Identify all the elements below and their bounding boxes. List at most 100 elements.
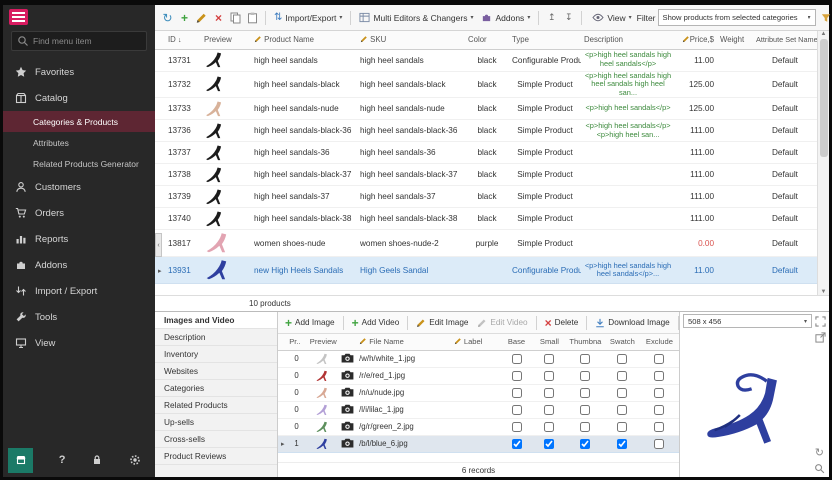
column-header-color[interactable]: Color: [465, 31, 509, 49]
column-header-thumbnail[interactable]: Thumbna: [566, 334, 605, 350]
tab-product-reviews[interactable]: Product Reviews: [155, 448, 277, 465]
tab-description[interactable]: Description: [155, 329, 277, 346]
thumbnail-checkbox[interactable]: [580, 354, 590, 364]
filters-button[interactable]: Filters▾: [818, 13, 832, 23]
search-input[interactable]: [33, 36, 141, 46]
tab-categories[interactable]: Categories: [155, 380, 277, 397]
image-row[interactable]: 0 /r/e/red_1.jpg: [278, 367, 679, 384]
swatch-checkbox[interactable]: [617, 354, 627, 364]
column-header-exclude[interactable]: Exclude: [640, 334, 679, 350]
products-scrollbar[interactable]: ▲ ▼: [817, 31, 829, 295]
tab-websites[interactable]: Websites: [155, 363, 277, 380]
product-row[interactable]: 13739 high heel sandals-37 high heel san…: [155, 186, 817, 208]
column-header-description[interactable]: Description: [581, 31, 675, 49]
tab-images-and-video[interactable]: Images and Video: [155, 312, 277, 329]
filter-dropdown[interactable]: Show products from selected categories▾: [658, 9, 816, 26]
swatch-checkbox[interactable]: [617, 405, 627, 415]
delete-image-button[interactable]: ×Delete: [541, 316, 583, 330]
sidebar-item-reports[interactable]: Reports: [3, 226, 155, 252]
base-checkbox[interactable]: [512, 354, 522, 364]
move-down-button[interactable]: ↧: [561, 13, 576, 22]
base-checkbox[interactable]: [512, 405, 522, 415]
tab-inventory[interactable]: Inventory: [155, 346, 277, 363]
thumbnail-checkbox[interactable]: [580, 371, 590, 381]
product-row[interactable]: 13817 women shoes-nude women shoes-nude-…: [155, 230, 817, 257]
delete-product-button[interactable]: ×: [211, 12, 226, 24]
product-row[interactable]: 13732 high heel sandals-black high heel …: [155, 71, 817, 98]
column-header-weight[interactable]: Weight: [717, 31, 753, 49]
sidebar-item-catalog[interactable]: Catalog: [3, 85, 155, 111]
tab-related-products[interactable]: Related Products: [155, 397, 277, 414]
sidebar-item-favorites[interactable]: Favorites: [3, 59, 155, 85]
image-row[interactable]: ▸ 1 /b/l/blue_6.jpg: [278, 435, 679, 452]
small-checkbox[interactable]: [544, 354, 554, 364]
sidebar-item-tools[interactable]: Tools: [3, 304, 155, 330]
product-row[interactable]: 13738 high heel sandals-black-37 high he…: [155, 164, 817, 186]
sidebar-item-customers[interactable]: Customers: [3, 174, 155, 200]
add-product-button[interactable]: +: [177, 12, 192, 24]
multi-editors-menu[interactable]: Multi Editors & Changers▾: [356, 12, 476, 23]
product-row[interactable]: 13731 high heel sandals high heel sandal…: [155, 49, 817, 71]
product-row[interactable]: 13740 high heel sandals-black-38 high he…: [155, 208, 817, 230]
small-checkbox[interactable]: [544, 422, 554, 432]
sidebar-search[interactable]: [11, 31, 147, 51]
thumbnail-checkbox[interactable]: [580, 388, 590, 398]
small-checkbox[interactable]: [544, 388, 554, 398]
sidebar-item-categories-products[interactable]: Categories & Products: [3, 111, 155, 132]
sidebar-collapse-handle[interactable]: ‹: [155, 233, 162, 257]
thumbnail-checkbox[interactable]: [580, 439, 590, 449]
column-header-label[interactable]: Label: [451, 334, 500, 350]
product-row[interactable]: 13737 high heel sandals-36 high heel san…: [155, 142, 817, 164]
thumbnail-checkbox[interactable]: [580, 405, 590, 415]
column-header-type[interactable]: Type: [509, 31, 581, 49]
scrollbar-thumb[interactable]: [820, 39, 828, 157]
column-header-swatch[interactable]: Swatch: [605, 334, 640, 350]
menu-hamburger-icon[interactable]: [9, 9, 28, 25]
swatch-checkbox[interactable]: [617, 371, 627, 381]
refresh-button[interactable]: ↻: [160, 12, 175, 24]
store-button[interactable]: [8, 448, 33, 473]
small-checkbox[interactable]: [544, 405, 554, 415]
lock-icon[interactable]: [91, 454, 103, 466]
thumbnail-checkbox[interactable]: [580, 422, 590, 432]
exclude-checkbox[interactable]: [654, 371, 664, 381]
column-header-image-preview[interactable]: Preview: [307, 334, 338, 350]
paste-button[interactable]: [245, 12, 260, 24]
view-menu[interactable]: View▾: [589, 13, 634, 23]
column-header-id[interactable]: ID ↓: [165, 31, 201, 49]
base-checkbox[interactable]: [512, 422, 522, 432]
fullscreen-icon[interactable]: [815, 316, 826, 327]
exclude-checkbox[interactable]: [654, 439, 664, 449]
column-header-small[interactable]: Small: [533, 334, 566, 350]
column-header-attribute-set[interactable]: Attribute Set Name: [753, 31, 817, 49]
swatch-checkbox[interactable]: [617, 388, 627, 398]
exclude-checkbox[interactable]: [654, 422, 664, 432]
tab-up-sells[interactable]: Up-sells: [155, 414, 277, 431]
column-header-sku[interactable]: SKU: [357, 31, 465, 49]
edit-video-button[interactable]: Edit Video: [473, 318, 531, 328]
exclude-checkbox[interactable]: [654, 354, 664, 364]
small-checkbox[interactable]: [544, 439, 554, 449]
exclude-checkbox[interactable]: [654, 388, 664, 398]
image-size-dropdown[interactable]: 508 x 456▾: [683, 314, 812, 328]
base-checkbox[interactable]: [512, 439, 522, 449]
open-external-icon[interactable]: [815, 332, 826, 343]
product-row[interactable]: 13736 high heel sandals-black-36 high he…: [155, 120, 817, 142]
move-up-button[interactable]: ↥: [544, 13, 559, 22]
column-header-base[interactable]: Base: [500, 334, 533, 350]
add-video-button[interactable]: +Add Video: [348, 316, 404, 330]
download-image-button[interactable]: Download Image: [591, 318, 673, 328]
zoom-icon[interactable]: [814, 463, 825, 474]
product-row[interactable]: 13733 high heel sandals-nude high heel s…: [155, 98, 817, 120]
addons-menu[interactable]: Addons▾: [478, 12, 533, 23]
column-header-position[interactable]: Pr..: [286, 334, 307, 350]
column-header-product-name[interactable]: Product Name: [251, 31, 357, 49]
sidebar-item-view[interactable]: View: [3, 330, 155, 356]
edit-product-button[interactable]: [194, 12, 209, 24]
column-header-preview[interactable]: Preview: [201, 31, 251, 49]
small-checkbox[interactable]: [544, 371, 554, 381]
rotate-icon[interactable]: ↻: [815, 446, 824, 459]
scroll-up-icon[interactable]: ▲: [821, 31, 827, 37]
image-preview-area[interactable]: ↻: [680, 330, 829, 477]
sidebar-item-attributes[interactable]: Attributes: [3, 132, 155, 153]
